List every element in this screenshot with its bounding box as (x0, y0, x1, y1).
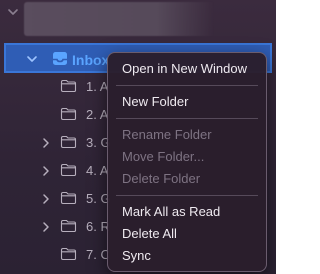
menu-item-open-in-new-window[interactable]: Open in New Window (108, 58, 266, 80)
mail-sidebar: Inbox 1. A 2. A 3. G 4. A 5. G 6. R 7. C… (0, 0, 276, 274)
menu-separator (116, 195, 258, 196)
folder-label: 1. A (86, 79, 109, 94)
menu-item-rename-folder: Rename Folder (122, 127, 212, 142)
menu-separator (116, 118, 258, 119)
menu-item-delete-all[interactable]: Delete All (108, 223, 266, 245)
folder-icon (60, 135, 77, 149)
folder-icon (60, 219, 77, 233)
chevron-right-icon[interactable] (41, 193, 51, 205)
folder-label: 4. A (86, 163, 109, 178)
context-menu: Open in New Window New Folder Rename Fol… (107, 52, 267, 272)
folder-icon (60, 79, 77, 93)
folder-icon (60, 247, 77, 261)
menu-separator (116, 85, 258, 86)
chevron-right-icon[interactable] (41, 165, 51, 177)
inbox-tray-icon (53, 52, 67, 65)
chevron-right-icon[interactable] (41, 137, 51, 149)
folder-icon (60, 163, 77, 177)
chevron-down-icon[interactable] (26, 53, 38, 65)
menu-item-move-folder: Move Folder... (122, 149, 205, 164)
menu-item-delete-folder: Delete Folder (122, 171, 201, 186)
folder-icon (60, 191, 77, 205)
sidebar-item-label: Inbox (72, 52, 110, 68)
folder-icon (60, 107, 77, 121)
chevron-right-icon[interactable] (41, 221, 51, 233)
folder-label: 2. A (86, 107, 109, 122)
menu-item-new-folder[interactable]: New Folder (108, 91, 266, 113)
menu-item-mark-all-as-read[interactable]: Mark All as Read (108, 201, 266, 223)
chevron-down-icon[interactable] (6, 5, 20, 19)
account-name-redacted (24, 2, 214, 36)
menu-item-sync[interactable]: Sync (108, 245, 266, 267)
account-header[interactable] (0, 0, 276, 42)
